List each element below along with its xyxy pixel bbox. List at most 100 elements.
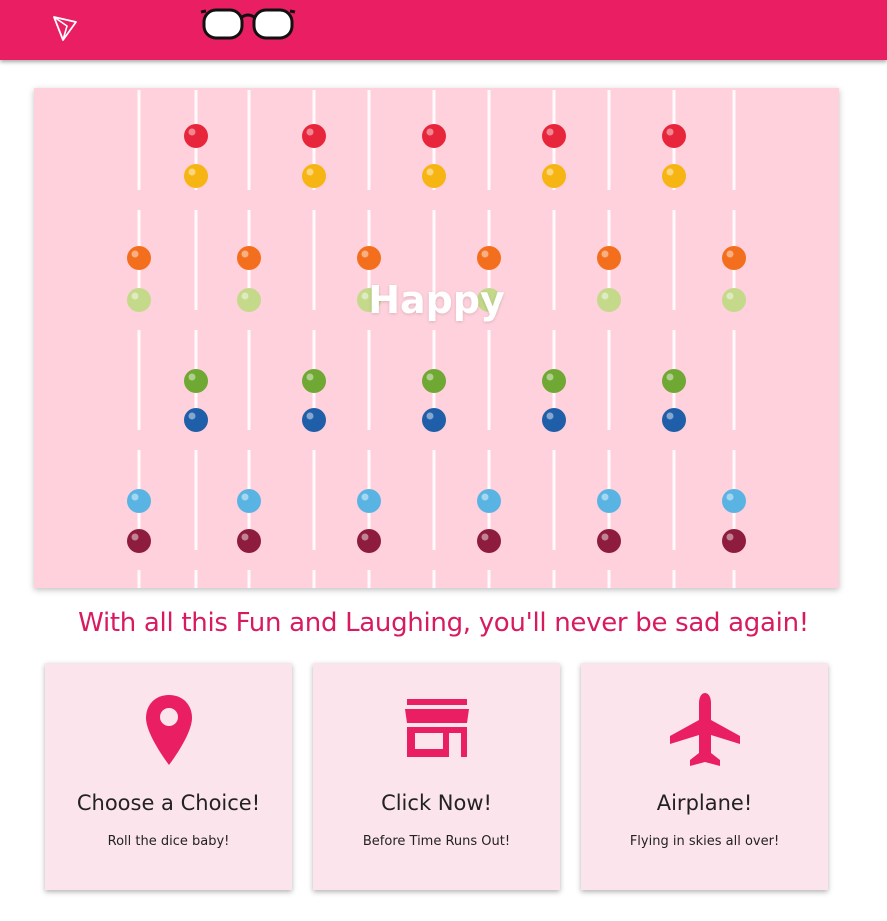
tagline-heading: With all this Fun and Laughing, you'll n… xyxy=(78,608,809,638)
lollipop-candy xyxy=(662,124,686,148)
card-title: Airplane! xyxy=(656,791,753,815)
paper-plane-icon[interactable] xyxy=(50,13,80,43)
lollipop-stick xyxy=(487,330,491,430)
lollipop-stick xyxy=(432,450,436,550)
lollipop-highlight xyxy=(726,533,734,541)
lollipop-candy xyxy=(542,408,566,432)
lollipop-highlight xyxy=(306,412,314,420)
lollipop-stick xyxy=(672,450,676,550)
lollipop-highlight xyxy=(601,250,609,258)
lollipop-stick xyxy=(732,570,736,588)
lollipop-highlight xyxy=(601,493,609,501)
lollipop-highlight xyxy=(306,373,314,381)
lollipop-candy xyxy=(422,124,446,148)
lollipop-candy xyxy=(127,246,151,270)
lollipop-candy xyxy=(357,246,381,270)
lollipop-highlight xyxy=(481,493,489,501)
lollipop-stick xyxy=(552,570,556,588)
lollipop-highlight xyxy=(241,533,249,541)
lollipop-highlight xyxy=(361,533,369,541)
lollipop-stick xyxy=(487,90,491,190)
lollipop-stick xyxy=(732,90,736,190)
lollipop-candy xyxy=(422,369,446,393)
lollipop-highlight xyxy=(426,412,434,420)
lollipop-candy xyxy=(542,369,566,393)
lollipop-candy xyxy=(357,529,381,553)
top-navbar xyxy=(0,0,887,60)
lollipop-candy xyxy=(422,164,446,188)
glasses-icon[interactable] xyxy=(200,4,296,42)
lollipop-highlight xyxy=(726,250,734,258)
lollipop-stick xyxy=(312,570,316,588)
lollipop-stick xyxy=(732,330,736,430)
lollipop-highlight xyxy=(481,250,489,258)
card-title: Click Now! xyxy=(381,791,492,815)
lollipop-candy xyxy=(722,489,746,513)
card-subtitle: Roll the dice baby! xyxy=(107,834,230,849)
lollipop-candy xyxy=(302,369,326,393)
lollipop-highlight xyxy=(131,250,139,258)
lollipop-candy xyxy=(357,489,381,513)
lollipop-highlight xyxy=(426,373,434,381)
lollipop-highlight xyxy=(546,128,554,136)
lollipop-highlight xyxy=(131,493,139,501)
lollipop-stick xyxy=(312,450,316,550)
lollipop-highlight xyxy=(241,493,249,501)
lollipop-candy xyxy=(477,246,501,270)
lollipop-highlight xyxy=(546,412,554,420)
lollipop-candy xyxy=(597,246,621,270)
lollipop-highlight xyxy=(188,373,196,381)
lollipop-candy xyxy=(662,164,686,188)
lollipop-stick xyxy=(607,90,611,190)
lollipop-stick xyxy=(367,330,371,430)
lollipop-stick xyxy=(137,330,141,430)
card-choose-a-choice[interactable]: Choose a Choice! Roll the dice baby! xyxy=(45,663,292,890)
lollipop-stick xyxy=(607,570,611,588)
lollipop-highlight xyxy=(188,412,196,420)
map-marker-icon xyxy=(45,693,292,768)
lollipop-candy xyxy=(662,369,686,393)
airplane-icon xyxy=(581,693,828,768)
lollipop-stick xyxy=(607,330,611,430)
lollipop-highlight xyxy=(666,128,674,136)
lollipop-stick xyxy=(247,570,251,588)
lollipop-stick xyxy=(247,330,251,430)
card-click-now[interactable]: Click Now! Before Time Runs Out! xyxy=(313,663,560,890)
lollipop-candy xyxy=(184,124,208,148)
lollipop-highlight xyxy=(481,533,489,541)
lollipop-highlight xyxy=(546,168,554,176)
lollipop-highlight xyxy=(131,533,139,541)
lollipop-stick xyxy=(487,570,491,588)
lollipop-stick xyxy=(194,570,198,588)
lollipop-stick xyxy=(194,450,198,550)
lollipop-stick xyxy=(247,90,251,190)
lollipop-stick xyxy=(137,570,141,588)
card-subtitle: Before Time Runs Out! xyxy=(362,834,511,849)
lollipop-highlight xyxy=(306,128,314,136)
lollipop-candy xyxy=(184,408,208,432)
card-title: Choose a Choice! xyxy=(76,791,261,815)
lollipop-candy xyxy=(184,164,208,188)
lollipop-stick xyxy=(672,570,676,588)
lollipop-highlight xyxy=(241,250,249,258)
lollipop-candy xyxy=(542,164,566,188)
lollipop-candy xyxy=(302,124,326,148)
lollipop-highlight xyxy=(188,168,196,176)
lollipop-highlight xyxy=(361,493,369,501)
card-airplane[interactable]: Airplane! Flying in skies all over! xyxy=(581,663,828,890)
lollipop-highlight xyxy=(546,373,554,381)
lollipop-candy xyxy=(184,369,208,393)
lollipop-candy xyxy=(477,529,501,553)
lollipop-candy xyxy=(237,529,261,553)
lollipop-candy xyxy=(302,408,326,432)
lollipop-candy xyxy=(422,408,446,432)
lollipop-stick xyxy=(552,450,556,550)
lollipop-candy xyxy=(722,246,746,270)
lollipops-image xyxy=(127,90,746,588)
lollipop-highlight xyxy=(601,533,609,541)
lollipop-candy xyxy=(722,529,746,553)
lollipop-candy xyxy=(237,246,261,270)
lollipop-candy xyxy=(127,489,151,513)
lollipop-stick xyxy=(137,90,141,190)
hero-title: Happy xyxy=(368,278,505,322)
